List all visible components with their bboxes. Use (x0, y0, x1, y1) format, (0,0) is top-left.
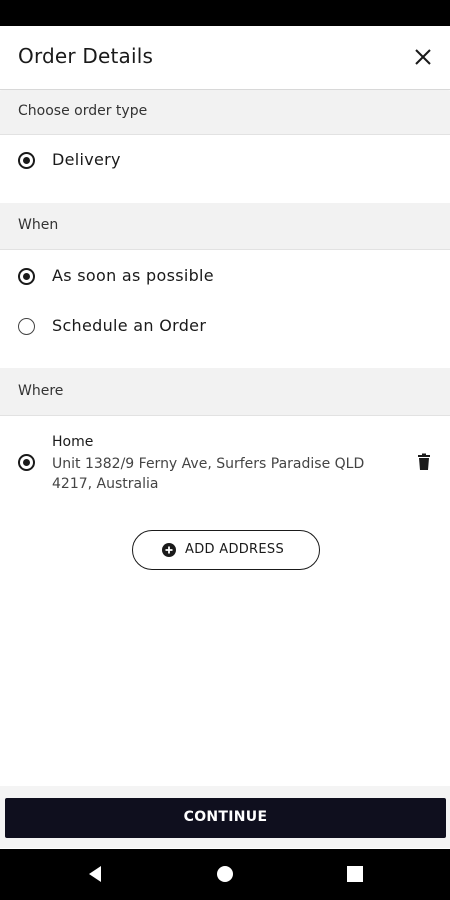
add-address-button[interactable]: ADD ADDRESS (132, 530, 320, 570)
delete-address-button[interactable] (414, 452, 434, 472)
section-header-when: When (0, 203, 450, 250)
back-icon (89, 866, 101, 882)
recents-icon (347, 866, 363, 882)
radio-label: Delivery (52, 150, 121, 169)
radio-option-schedule[interactable]: Schedule an Order (0, 301, 450, 351)
radio-option-asap[interactable]: As soon as possible (0, 251, 450, 301)
section-header-order-type: Choose order type (0, 91, 450, 135)
status-bar (0, 0, 450, 26)
trash-icon (418, 453, 430, 470)
close-icon (415, 49, 431, 65)
continue-button[interactable]: CONTINUE (5, 798, 446, 838)
nav-back-button[interactable] (83, 862, 107, 886)
address-radio-checked[interactable] (18, 454, 35, 471)
radio-option-delivery[interactable]: Delivery (0, 136, 450, 186)
nav-home-button[interactable] (213, 862, 237, 886)
page-title: Order Details (18, 44, 154, 68)
add-address-label: ADD ADDRESS (185, 542, 285, 557)
section-title: Choose order type (18, 103, 148, 119)
radio-button-checked[interactable] (18, 152, 35, 169)
section-header-where: Where (0, 368, 450, 416)
header: Order Details (0, 26, 450, 90)
system-nav-bar (0, 849, 450, 900)
close-button[interactable] (408, 42, 438, 72)
radio-label: Schedule an Order (52, 316, 207, 335)
home-icon (217, 866, 233, 882)
section-title: Where (18, 383, 64, 399)
radio-label: As soon as possible (52, 266, 214, 285)
continue-label: CONTINUE (183, 809, 268, 825)
address-name: Home (52, 434, 94, 450)
nav-recents-button[interactable] (343, 862, 367, 886)
plus-circle-icon (162, 543, 176, 557)
section-title: When (18, 217, 59, 233)
radio-button-unchecked[interactable] (18, 318, 35, 335)
address-line: Unit 1382/9 Ferny Ave, Surfers Paradise … (52, 456, 365, 492)
radio-button-checked[interactable] (18, 268, 35, 285)
